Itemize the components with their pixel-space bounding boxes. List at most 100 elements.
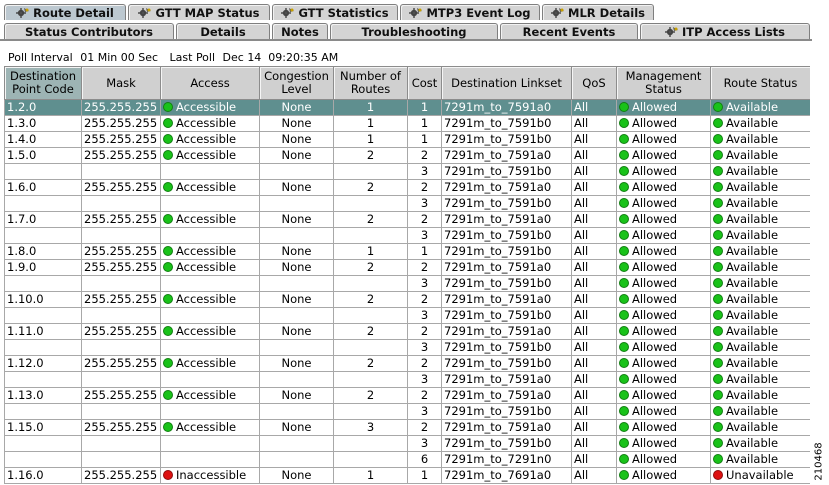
poll-interval-value: 01 Min 00 Sec (80, 51, 159, 64)
table-row[interactable]: 3 7291m_to_7591b0 All Allowed Available (4, 163, 810, 180)
cell-mask (81, 195, 161, 212)
cell-qos: All (571, 435, 617, 452)
table-row[interactable]: 1.12.0 255.255.255 Accessible None 2 2 7291m_t… (4, 355, 810, 372)
table-row[interactable]: 1.5.0 255.255.255 Accessible None 2 2 7291m_to… (4, 147, 810, 164)
cell-mgmt-status-text: Allowed (632, 212, 678, 227)
cell-dpc-text: 1.9.0 (7, 260, 37, 275)
cell-cost: 2 (407, 387, 442, 404)
cell-mask-text: 255.255.255 (84, 244, 158, 259)
table-row[interactable]: 1.9.0 255.255.255 Accessible None 2 2 7291m_to… (4, 259, 810, 276)
table-row[interactable]: 1.16.0 255.255.255 Inaccessible None 1 1 7291m… (4, 467, 810, 484)
column-header-congestion[interactable]: Congestion Level (259, 66, 334, 100)
cell-mgmt-status: Allowed (616, 291, 711, 308)
status-green-icon (619, 262, 629, 272)
tab-route-detail[interactable]: Route Detail (4, 4, 126, 20)
column-header-mask[interactable]: Mask (81, 66, 161, 100)
cell-linkset-text: 7291m_to_7591a0 (444, 420, 552, 435)
cell-route-status-text: Available (726, 164, 779, 179)
tab-gtt-statistics[interactable]: GTT Statistics (272, 4, 398, 20)
tab-mtp3-event-log[interactable]: MTP3 Event Log (400, 4, 540, 20)
cell-mgmt-status: Allowed (616, 467, 711, 484)
column-header-qos[interactable]: QoS (571, 66, 617, 100)
cell-linkset-text: 7291m_to_7591a0 (444, 148, 552, 163)
table-row[interactable]: 1.15.0 255.255.255 Accessible None 3 2 7291m_t… (4, 419, 810, 436)
cell-congestion (259, 403, 334, 420)
table-row[interactable]: 1.10.0 255.255.255 Accessible None 2 2 7291m_t… (4, 291, 810, 308)
cell-qos: All (571, 339, 617, 356)
status-green-icon (713, 390, 723, 400)
table-row[interactable]: 3 7291m_to_7591b0 All Allowed Available (4, 307, 810, 324)
cell-mgmt-status: Allowed (616, 243, 711, 260)
cell-route-status-text: Available (726, 436, 779, 451)
cell-route-status-text: Available (726, 388, 779, 403)
tab-itp-access-lists[interactable]: ITP Access Lists (640, 23, 810, 39)
cell-route-status: Available (710, 147, 810, 164)
cell-linkset-text: 7291m_to_7591b0 (444, 436, 552, 451)
cell-qos-text: All (574, 404, 589, 419)
cell-access: Accessible (160, 291, 260, 308)
table-row[interactable]: 1.3.0 255.255.255 Accessible None 1 1 7291m_to… (4, 115, 810, 132)
cell-qos: All (571, 307, 617, 324)
tab-notes[interactable]: Notes (272, 23, 328, 39)
cell-mgmt-status: Allowed (616, 307, 711, 324)
cell-mgmt-status: Allowed (616, 195, 711, 212)
table-row[interactable]: 3 7291m_to_7591a0 All Allowed Available (4, 371, 810, 388)
cell-congestion: None (259, 291, 334, 308)
tab-troubleshooting[interactable]: Troubleshooting (330, 23, 498, 39)
cell-route-status: Available (710, 195, 810, 212)
tab-status-contributors[interactable]: Status Contributors (4, 23, 174, 39)
status-green-icon (619, 166, 629, 176)
cell-access (160, 435, 260, 452)
cell-linkset: 7291m_to_7691a0 (441, 467, 572, 484)
column-header-dpc[interactable]: Destination Point Code (4, 66, 82, 100)
cell-mgmt-status-text: Allowed (632, 180, 678, 195)
cell-dpc-text: 1.7.0 (7, 212, 37, 227)
tab-recent-events[interactable]: Recent Events (500, 23, 638, 39)
cell-qos: All (571, 179, 617, 196)
status-green-icon (163, 214, 173, 224)
table-row[interactable]: 3 7291m_to_7591b0 All Allowed Available (4, 227, 810, 244)
tab-mlr-details[interactable]: MLR Details (542, 4, 654, 20)
table-row[interactable]: 1.7.0 255.255.255 Accessible None 2 2 7291m_to… (4, 211, 810, 228)
table-row[interactable]: 1.4.0 255.255.255 Accessible None 1 1 7291m_to… (4, 131, 810, 148)
table-row[interactable]: 3 7291m_to_7591b0 All Allowed Available (4, 339, 810, 356)
tab-label: MLR Details (568, 5, 645, 20)
table-row[interactable]: 3 7291m_to_7591b0 All Allowed Available (4, 275, 810, 292)
cell-dpc-text: 1.12.0 (7, 356, 44, 371)
table-row[interactable]: 1.11.0 255.255.255 Accessible None 2 2 7291m_t… (4, 323, 810, 340)
table-row[interactable]: 3 7291m_to_7591b0 All Allowed Available (4, 435, 810, 452)
tab-gtt-map-status[interactable]: GTT MAP Status (128, 4, 270, 20)
cell-qos-text: All (574, 180, 589, 195)
cell-route-status-text: Available (726, 100, 779, 115)
tab-details[interactable]: Details (176, 23, 270, 39)
cell-mask-text: 255.255.255 (84, 212, 158, 227)
table-row[interactable]: 3 7291m_to_7591b0 All Allowed Available (4, 195, 810, 212)
cell-linkset: 7291m_to_7591b0 (441, 275, 572, 292)
cell-route-status: Available (710, 99, 810, 116)
table-row[interactable]: 1.13.0 255.255.255 Accessible None 2 2 7291m_t… (4, 387, 810, 404)
cell-congestion: None (259, 467, 334, 484)
table-row[interactable]: 3 7291m_to_7591b0 All Allowed Available (4, 403, 810, 420)
cell-qos-text: All (574, 116, 589, 131)
cell-mask (81, 371, 161, 388)
column-header-routes[interactable]: Number of Routes (333, 66, 408, 100)
cell-route-status-text: Available (726, 340, 779, 355)
table-row[interactable]: 6 7291m_to_7291n0 All Allowed Available (4, 451, 810, 468)
cell-access: Accessible (160, 387, 260, 404)
column-header-access[interactable]: Access (160, 66, 260, 100)
cell-access: Accessible (160, 355, 260, 372)
status-green-icon (713, 406, 723, 416)
cell-linkset: 7291m_to_7591a0 (441, 387, 572, 404)
cell-linkset: 7291m_to_7591a0 (441, 147, 572, 164)
column-header-mgmt[interactable]: Management Status (616, 66, 711, 100)
cell-cost-text: 2 (420, 292, 429, 307)
table-row[interactable]: 1.8.0 255.255.255 Accessible None 1 1 7291m_to… (4, 243, 810, 260)
table-row[interactable]: 1.2.0 255.255.255 Accessible None 1 1 7291m_to… (4, 99, 810, 116)
cell-qos-text: All (574, 308, 589, 323)
cell-cost: 2 (407, 259, 442, 276)
cell-route-status-text: Available (726, 212, 779, 227)
column-header-linkset[interactable]: Destination Linkset (441, 66, 572, 100)
column-header-cost[interactable]: Cost (407, 66, 442, 100)
column-header-route[interactable]: Route Status (710, 66, 810, 100)
table-row[interactable]: 1.6.0 255.255.255 Accessible None 2 2 7291m_to… (4, 179, 810, 196)
